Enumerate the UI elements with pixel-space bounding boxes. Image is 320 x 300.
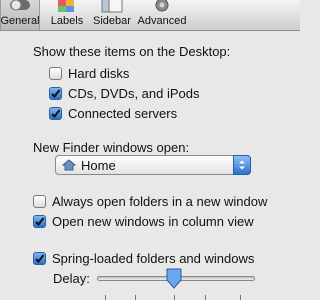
checkbox-box[interactable] (33, 195, 46, 208)
popup-selected-value: Home (81, 157, 116, 173)
toolbar-tab-sidebar[interactable]: Sidebar (90, 0, 134, 30)
checkbox-box[interactable] (33, 215, 46, 228)
checkbox-connected-servers[interactable]: Connected servers (49, 106, 177, 121)
checkmark-icon (51, 109, 61, 119)
delay-label: Delay: (53, 271, 90, 286)
checkbox-label: Open new windows in column view (52, 214, 254, 229)
toolbar-label-advanced: Advanced (137, 15, 187, 27)
slider-tick (105, 295, 106, 300)
checkbox-label: Connected servers (68, 106, 178, 121)
slider-tick (135, 295, 136, 300)
checkmark-icon (35, 254, 45, 264)
toolbar-tab-advanced[interactable]: Advanced (136, 0, 188, 30)
checkbox-label: Hard disks (68, 66, 130, 81)
checkbox-box[interactable] (33, 252, 46, 265)
delay-slider-knob[interactable] (165, 268, 183, 290)
checkbox-cds-dvds-ipods[interactable]: CDs, DVDs, and iPods (49, 86, 200, 101)
home-folder-icon (62, 159, 76, 171)
toolbar-tab-labels[interactable]: Labels (51, 0, 83, 30)
slider-tick (174, 295, 175, 300)
toolbar-label-labels: Labels (50, 15, 84, 27)
checkmark-icon (35, 217, 45, 227)
checkbox-always-open-new-window[interactable]: Always open folders in a new window (33, 194, 267, 209)
checkbox-column-view[interactable]: Open new windows in column view (33, 214, 254, 229)
preferences-toolbar: General Labels Sidebar Advanced (0, 0, 300, 31)
checkbox-box[interactable] (49, 87, 62, 100)
checkbox-label: Spring-loaded folders and windows (52, 251, 255, 266)
slider-tick (240, 295, 241, 300)
checkmark-icon (51, 89, 61, 99)
desktop-items-heading: Show these items on the Desktop: (33, 44, 231, 59)
popup-arrows-icon (233, 155, 251, 175)
checkbox-spring-loaded[interactable]: Spring-loaded folders and windows (33, 251, 254, 266)
checkbox-box[interactable] (49, 107, 62, 120)
checkbox-box[interactable] (49, 67, 62, 80)
checkbox-label: Always open folders in a new window (52, 194, 268, 209)
checkbox-hard-disks[interactable]: Hard disks (49, 66, 129, 81)
toolbar-label-general: General (0, 15, 40, 27)
new-window-location-popup[interactable]: Home (55, 155, 251, 175)
toolbar-label-sidebar: Sidebar (93, 15, 131, 27)
checkbox-label: CDs, DVDs, and iPods (68, 86, 200, 101)
toolbar-tab-general[interactable]: General (0, 0, 40, 30)
new-window-heading: New Finder windows open: (33, 140, 190, 155)
slider-tick (205, 295, 206, 300)
